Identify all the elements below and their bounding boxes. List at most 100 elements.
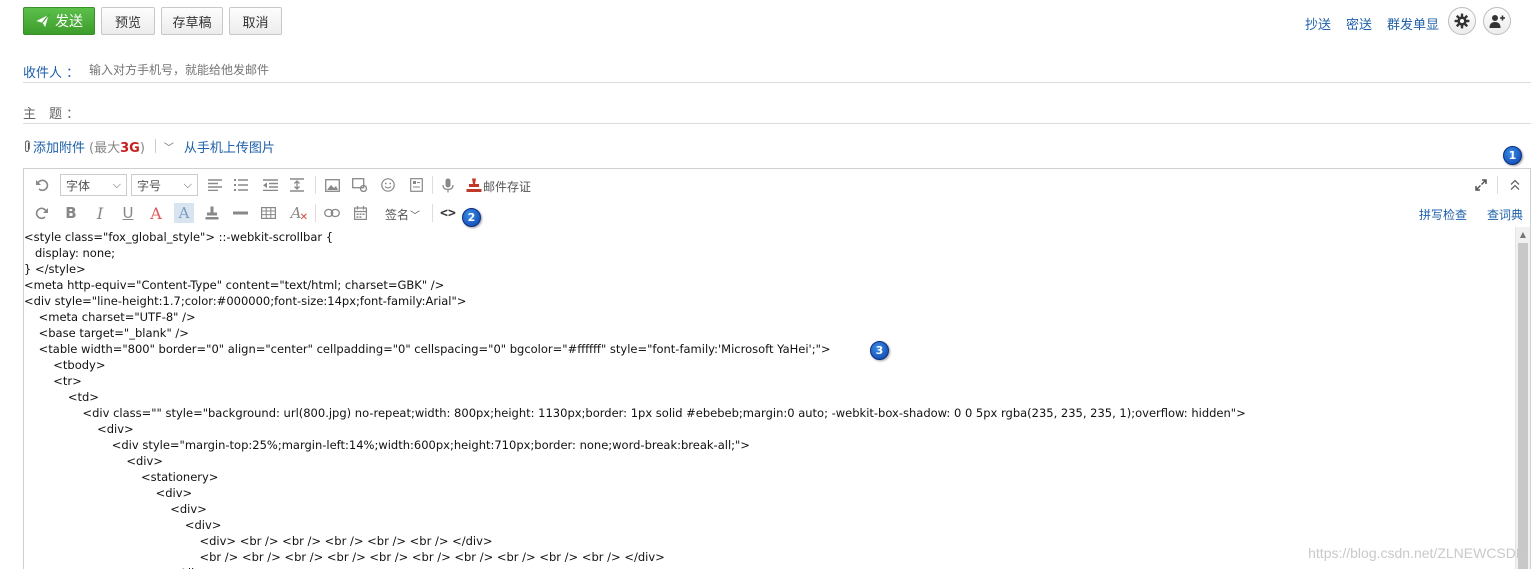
scroll-up-icon[interactable]: ▲ (1516, 227, 1530, 241)
cancel-button[interactable]: 取消 (229, 7, 282, 35)
preview-button[interactable]: 预览 (101, 7, 155, 35)
annotation-badge-3: 3 (870, 341, 889, 360)
code-line: <div> (24, 518, 222, 532)
code-line: <tr> (24, 374, 82, 388)
code-line: <div> <br /> <br /> <br /> <br /> <br />… (24, 534, 493, 548)
insert-image-icon[interactable] (322, 175, 342, 195)
code-line: <div> (24, 502, 207, 516)
code-line: <div style="margin-top:25%;margin-left:1… (24, 438, 750, 452)
clear-format-icon[interactable]: A ✕ (286, 203, 308, 223)
highlight-color-icon[interactable]: A (174, 203, 194, 223)
font-size-select[interactable]: 字号 ⌵ (131, 174, 198, 196)
rich-text-editor: 字体 ⌵ 字号 ⌵ 邮件存证 B I U A A A ✕ 签名﹀ <> 拼写检查… (23, 168, 1531, 569)
code-line: <style class="fox_global_style"> ::-webk… (24, 230, 334, 244)
editor-toolbar-row-1: 字体 ⌵ 字号 ⌵ 邮件存证 (24, 172, 1530, 198)
code-line: <table width="800" border="0" align="cen… (24, 342, 831, 356)
code-line: <td> (24, 390, 99, 404)
template-icon[interactable] (406, 175, 426, 195)
screenshot-icon[interactable] (350, 175, 370, 195)
add-attachment-link[interactable]: 添加附件 (33, 137, 85, 156)
subject-label: 主 题 ： (23, 107, 80, 122)
calendar-icon[interactable] (350, 203, 370, 223)
seal-stamp-icon[interactable] (464, 175, 484, 195)
code-line: <stationery> (24, 470, 219, 484)
compose-toolbar: 发送 预览 存草稿 取消 抄送 密送 群发单显 (0, 0, 1536, 44)
collapse-toolbar-icon[interactable] (1505, 175, 1525, 195)
settings-button[interactable] (1448, 7, 1476, 35)
code-line: </div> (24, 565, 210, 569)
toolbar-divider (432, 204, 433, 222)
upload-from-phone-link[interactable]: 从手机上传图片 (184, 137, 275, 156)
chevron-down-icon: ﹀ (410, 211, 421, 222)
spell-check-link[interactable]: 拼写检查 (1419, 206, 1467, 223)
add-user-icon (1489, 15, 1505, 28)
annotation-badge-2: 2 (462, 208, 481, 227)
toolbar-divider (315, 176, 316, 194)
code-line: <tbody> (24, 358, 106, 372)
code-line: <div> (24, 454, 163, 468)
send-label: 发送 (55, 14, 83, 30)
chevron-down-icon: ⌵ (183, 178, 192, 191)
watermark-text: https://blog.csdn.net/ZLNEWCSDN (1308, 545, 1526, 561)
code-line: <div class="" style="background: url(800… (24, 406, 1246, 420)
line-height-icon[interactable] (287, 175, 307, 195)
toolbar-divider (315, 204, 316, 222)
scrollbar-thumb[interactable] (1518, 243, 1528, 569)
recipient-label: 收件人 ： (23, 66, 80, 81)
source-code-icon[interactable]: <> (438, 203, 458, 223)
chevron-down-icon: ⌵ (112, 178, 121, 191)
paper-plane-icon (36, 14, 50, 28)
divider (154, 139, 156, 153)
code-line: <br /> <br /> <br /> <br /> <br /> <br /… (24, 550, 665, 564)
separate-send-link[interactable]: 群发单显 (1387, 14, 1439, 33)
code-line: display: none; (24, 246, 116, 260)
code-line: <div> (24, 422, 134, 436)
subject-input[interactable] (89, 102, 789, 120)
bcc-link[interactable]: 密送 (1346, 14, 1372, 33)
attachment-row: 添加附件 (最大3G) ﹀ 从手机上传图片 (23, 137, 275, 156)
code-line: <div> (24, 486, 193, 500)
recipient-row: 收件人 ： (23, 56, 1531, 83)
code-line: <meta http-equiv="Content-Type" content=… (24, 278, 445, 292)
add-contact-button[interactable] (1483, 7, 1511, 35)
toolbar-divider (432, 176, 433, 194)
bold-icon[interactable]: B (61, 203, 81, 223)
html-source-view[interactable]: <style class="fox_global_style"> ::-webk… (24, 227, 1514, 569)
link-icon[interactable] (322, 203, 342, 223)
fullscreen-icon[interactable] (1471, 175, 1491, 195)
emoji-icon[interactable] (378, 175, 398, 195)
mail-evidence-button[interactable]: 邮件存证 (483, 178, 531, 195)
send-button[interactable]: 发送 (23, 7, 95, 35)
toolbar-divider (1497, 176, 1498, 194)
italic-icon[interactable]: I (90, 203, 110, 223)
microphone-icon[interactable] (438, 175, 458, 195)
format-painter-icon[interactable] (202, 203, 222, 223)
save-draft-button[interactable]: 存草稿 (161, 7, 223, 35)
redo-icon[interactable] (32, 203, 52, 223)
font-color-icon[interactable]: A (146, 203, 166, 223)
table-icon[interactable] (258, 203, 278, 223)
align-icon[interactable] (205, 175, 225, 195)
editor-toolbar-row-2: B I U A A A ✕ 签名﹀ <> 拼写检查 查词典 (24, 200, 1530, 226)
code-line: <meta charset="UTF-8" /> (24, 310, 196, 324)
signature-dropdown[interactable]: 签名﹀ (385, 206, 420, 223)
code-line: <base target="_blank" /> (24, 326, 189, 340)
annotation-badge-1: 1 (1503, 146, 1522, 165)
code-line: <div style="line-height:1.7;color:#00000… (24, 294, 467, 308)
attachment-limit: (最大3G) (89, 140, 145, 156)
subject-row: 主 题 ： (23, 98, 1531, 124)
bulleted-list-icon[interactable] (231, 175, 251, 195)
chevron-down-icon[interactable]: ﹀ (164, 139, 174, 154)
undo-icon[interactable] (32, 175, 52, 195)
horizontal-rule-icon[interactable] (230, 203, 250, 223)
outdent-icon[interactable] (260, 175, 280, 195)
underline-icon[interactable]: U (118, 203, 138, 223)
dictionary-link[interactable]: 查词典 (1487, 206, 1523, 223)
vertical-scrollbar[interactable]: ▲ (1515, 227, 1530, 569)
paperclip-icon (25, 139, 30, 152)
code-line: } </style> (24, 262, 86, 276)
font-family-select[interactable]: 字体 ⌵ (60, 174, 127, 196)
cc-link[interactable]: 抄送 (1305, 14, 1331, 33)
gear-icon (1454, 13, 1470, 29)
recipient-input[interactable] (89, 61, 789, 79)
